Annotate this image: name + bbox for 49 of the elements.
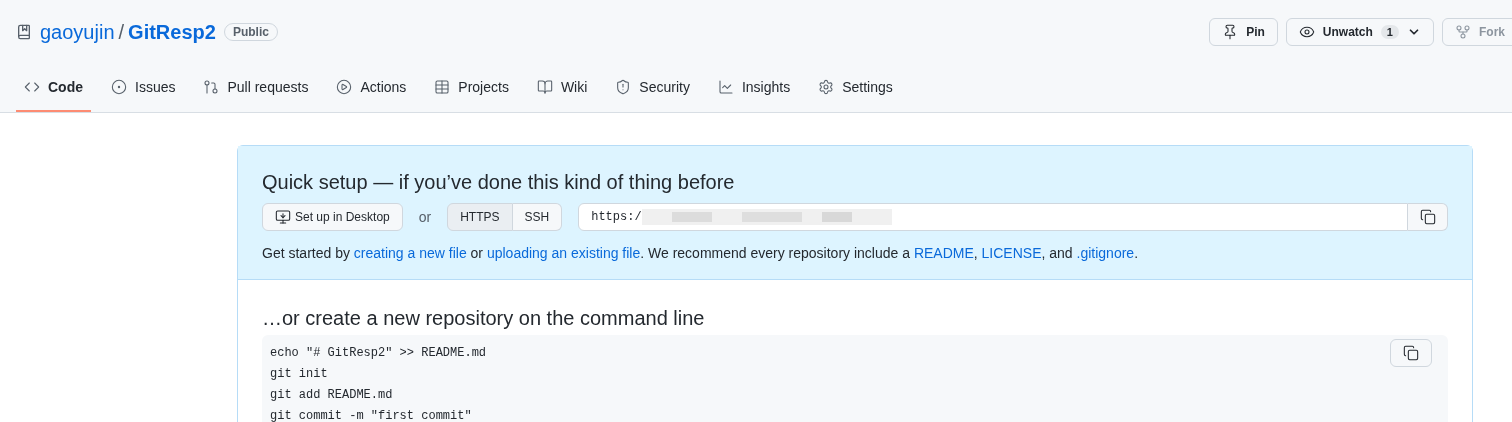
nav-tab[interactable]: Settings <box>810 64 901 112</box>
pull-request-icon <box>203 79 220 95</box>
code-line: echo "# GitResp2" >> README.md <box>270 345 487 362</box>
copy-icon <box>1419 209 1436 225</box>
watch-count: 1 <box>1380 24 1399 40</box>
setup-hint: Get started by creating a new file or uploading an existing file. We recommend every repository include a README, LICENSE, and .gitignore. <box>262 244 1139 263</box>
setup-link[interactable]: uploading an existing file <box>486 245 641 261</box>
code-line: git commit -m "first commit" <box>270 408 472 422</box>
fork-icon <box>1455 24 1471 40</box>
protocol-tab[interactable]: SSH <box>512 203 563 231</box>
nav-tab[interactable]: Issues <box>103 64 184 112</box>
eye-icon <box>1298 24 1315 40</box>
code-line: git init <box>270 366 328 383</box>
nav-tab[interactable]: Pull requests <box>195 64 317 112</box>
play-icon <box>336 79 353 95</box>
code-line: git add README.md <box>270 387 393 404</box>
table-icon <box>434 79 451 95</box>
book-icon <box>536 79 553 95</box>
repo-icon <box>16 24 32 40</box>
nav-tab[interactable]: Insights <box>709 64 799 112</box>
setup-link[interactable]: LICENSE <box>981 245 1042 261</box>
setup-link[interactable]: .gitignore <box>1076 245 1135 261</box>
setup-link[interactable]: README <box>913 245 974 261</box>
watch-button[interactable]: Unwatch 1 <box>1285 18 1434 46</box>
shield-icon <box>615 79 632 95</box>
desktop-icon <box>275 209 291 225</box>
setup-link[interactable]: creating a new file <box>353 245 467 261</box>
desktop-button[interactable]: Set up in Desktop <box>262 203 403 231</box>
or-label: or <box>418 208 432 227</box>
protocol-tab[interactable]: HTTPS <box>447 203 513 231</box>
repo-name-link[interactable]: GitResp2 <box>128 17 216 47</box>
nav-tab[interactable]: Actions <box>328 64 415 112</box>
nav-tab[interactable]: Security <box>607 64 698 112</box>
copy-button[interactable] <box>1408 203 1448 231</box>
nav-tab[interactable]: Code <box>16 64 91 112</box>
copy-icon <box>1403 345 1419 361</box>
path-separator: / <box>118 20 125 45</box>
pin-button[interactable]: Pin <box>1209 18 1278 46</box>
command-line-title: …or create a new repository on the command line <box>262 306 706 331</box>
settings-icon <box>818 79 835 95</box>
quick-setup-title: Quick setup — if you’ve done this kind of thing before <box>262 170 736 195</box>
code-icon <box>24 79 40 95</box>
nav-tab[interactable]: Projects <box>426 64 517 112</box>
line-chart-icon <box>717 79 734 95</box>
clone-url-field[interactable]: https:/ <box>578 203 1408 231</box>
nav-tab[interactable]: Wiki <box>528 64 596 112</box>
owner-link[interactable]: gaoyujin <box>40 17 115 47</box>
copy-button[interactable] <box>1390 339 1432 367</box>
circle-dot-icon <box>111 79 127 95</box>
